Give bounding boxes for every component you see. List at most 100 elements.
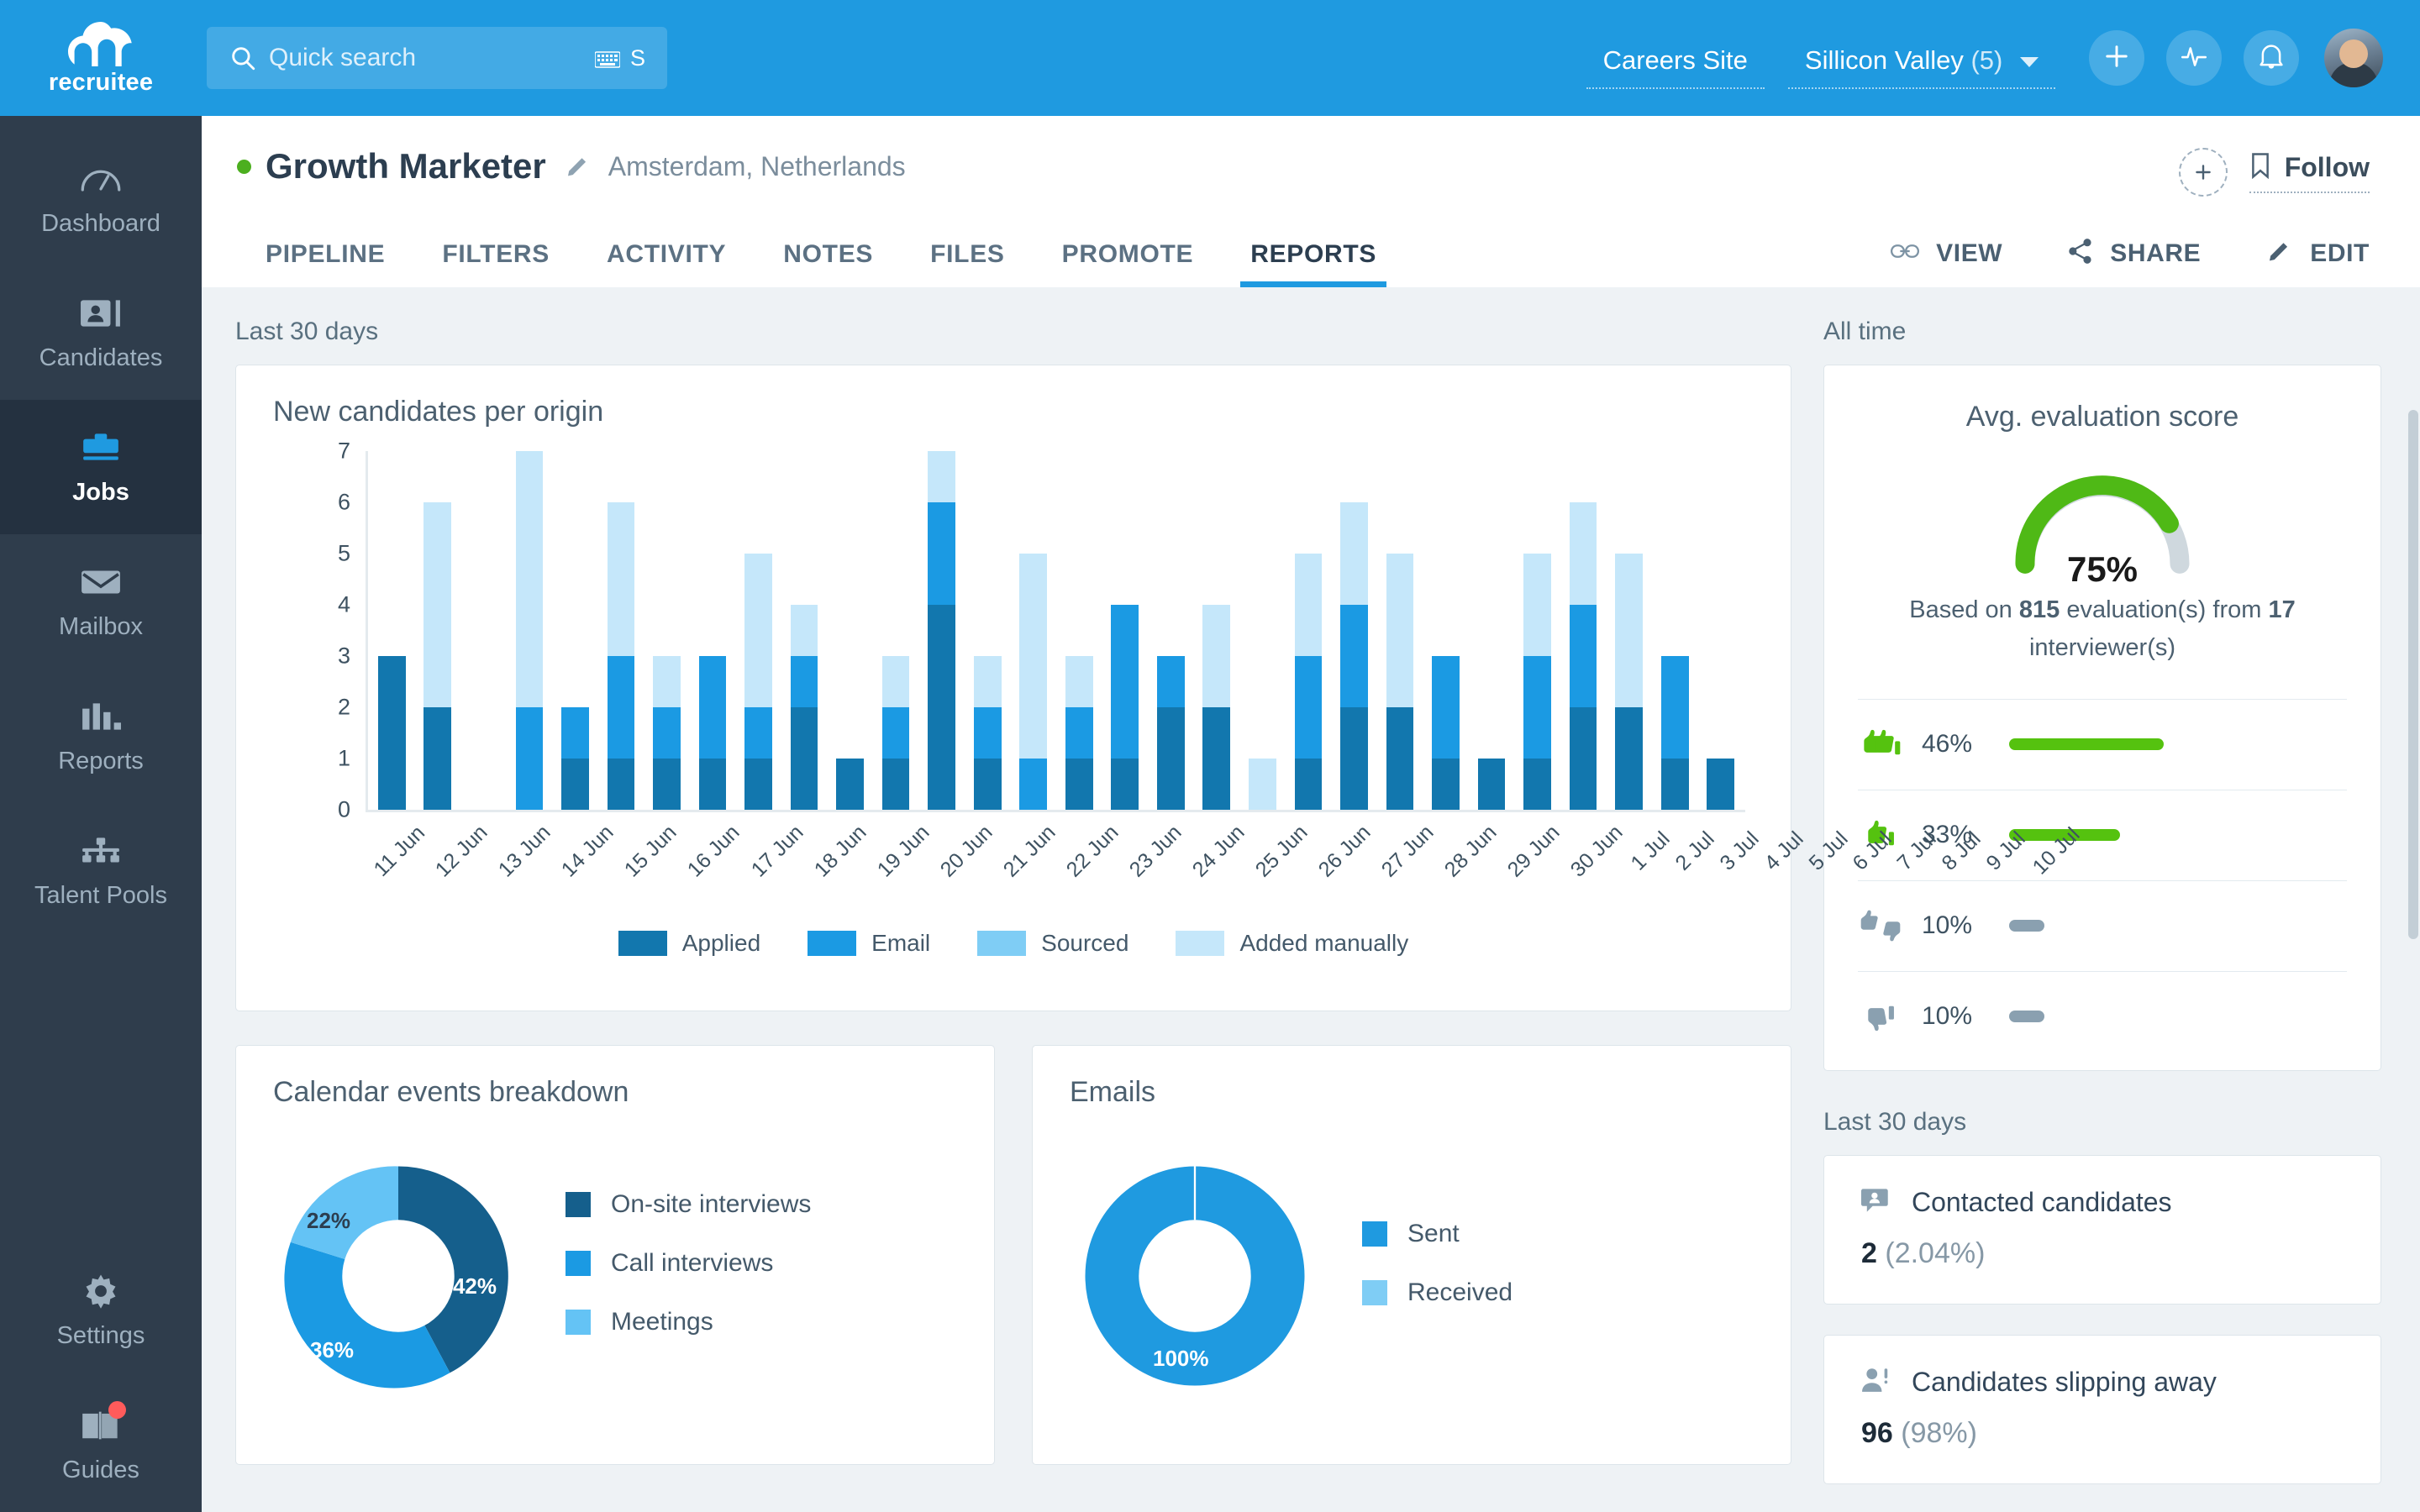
legend-item[interactable]: Email (808, 930, 930, 957)
tab-files[interactable]: FILES (902, 240, 1034, 287)
evaluation-score-value: 75% (2066, 549, 2139, 589)
candidates-slipping-away-card[interactable]: Candidates slipping away 96 (98%) (1823, 1334, 2381, 1484)
bar-segment-added-manually (881, 656, 910, 707)
bar-column[interactable] (1239, 451, 1286, 810)
job-location: Amsterdam, Netherlands (608, 150, 906, 181)
workspace-switcher[interactable]: Sillicon Valley (5) (1787, 45, 2055, 89)
add-collaborator-button[interactable] (2178, 148, 2228, 197)
legend-item: On-site interviews (566, 1190, 811, 1219)
search-input[interactable] (269, 44, 595, 72)
tab-notes[interactable]: NOTES (755, 240, 902, 287)
bar-column[interactable] (1286, 451, 1332, 810)
bar-column[interactable] (1560, 451, 1607, 810)
bar-segment-email (1156, 656, 1185, 707)
bar-column[interactable] (918, 451, 965, 810)
bar-column[interactable] (1652, 451, 1698, 810)
bar-column[interactable] (1102, 451, 1149, 810)
bar-column[interactable] (735, 451, 781, 810)
legend-item[interactable]: Added manually (1176, 930, 1408, 957)
sidebar-item-reports[interactable]: Reports (0, 669, 202, 803)
x-axis-tick: 6 Jul (1848, 827, 1897, 875)
follow-button[interactable]: Follow (2249, 152, 2370, 193)
bar-column[interactable] (1148, 451, 1194, 810)
bar-column[interactable] (1056, 451, 1102, 810)
bar-column[interactable] (1697, 451, 1744, 810)
bar-column[interactable] (873, 451, 919, 810)
bar-column[interactable] (507, 451, 553, 810)
bar-segment-email (1340, 605, 1368, 707)
bar-column[interactable] (1377, 451, 1423, 810)
bar-column[interactable] (690, 451, 736, 810)
evaluations-suffix: interviewer(s) (2028, 633, 2176, 661)
y-axis-tick: 3 (337, 643, 350, 669)
bar-column[interactable] (369, 451, 415, 810)
share-button[interactable]: SHARE (2068, 238, 2201, 269)
bar-column[interactable] (460, 451, 507, 810)
sidebar-item-mailbox[interactable]: Mailbox (0, 534, 202, 669)
page-scrollbar[interactable] (2408, 410, 2418, 939)
sidebar-item-settings[interactable]: Settings (0, 1243, 202, 1378)
sidebar-item-guides[interactable]: Guides (0, 1378, 202, 1512)
bar-column[interactable] (781, 451, 828, 810)
sidebar-item-dashboard[interactable]: Dashboard (0, 131, 202, 265)
tab-activity[interactable]: ACTIVITY (578, 240, 755, 287)
stat-label: Contacted candidates (1912, 1186, 2172, 1217)
reports-right-column: All time Avg. evaluation score 75% Based… (1823, 287, 2420, 1512)
contacted-candidates-card[interactable]: Contacted candidates 2 (2.04%) (1823, 1154, 2381, 1305)
x-axis-tick: 18 Jun (809, 820, 871, 882)
legend-label: Added manually (1239, 930, 1409, 956)
bar-column[interactable] (415, 451, 461, 810)
bar-column[interactable] (965, 451, 1011, 810)
org-tree-icon (79, 832, 123, 870)
app-logo[interactable]: recruitee (0, 20, 202, 97)
bar-segment-added-manually (1294, 554, 1323, 656)
bar-column[interactable] (1194, 451, 1240, 810)
new-candidates-chart-card: New candidates per origin 0 1 2 3 4 5 6 7 11 Ju… (235, 365, 2084, 1011)
bar-segment-applied (1432, 759, 1460, 810)
activity-button[interactable] (2166, 30, 2222, 86)
legend-swatch (1176, 931, 1225, 956)
bar-segment-applied (881, 759, 910, 810)
bar-column[interactable] (1423, 451, 1469, 810)
bar-column[interactable] (644, 451, 690, 810)
add-button[interactable] (2089, 30, 2144, 86)
x-axis-tick: 19 Jun (872, 820, 934, 882)
sidebar-item-candidates[interactable]: Candidates (0, 265, 202, 400)
bar-column[interactable] (1331, 451, 1377, 810)
edit-button[interactable]: EDIT (2266, 238, 2370, 269)
user-avatar[interactable] (2324, 29, 2383, 87)
top-bar-actions: Careers Site Sillicon Valley (5) (1575, 27, 2420, 89)
careers-site-link[interactable]: Careers Site (1586, 45, 1765, 89)
job-tabs: PIPELINE FILTERS ACTIVITY NOTES FILES PR… (202, 240, 1405, 287)
tab-reports[interactable]: REPORTS (1222, 240, 1405, 287)
search-box[interactable]: S (207, 27, 667, 89)
bar-column[interactable] (1010, 451, 1056, 810)
bar-column[interactable] (1469, 451, 1515, 810)
bar-segment-applied (1660, 759, 1689, 810)
bar-segment-applied (1477, 759, 1506, 810)
legend-item[interactable]: Sourced (977, 930, 1128, 957)
bar-column[interactable] (1514, 451, 1560, 810)
sidebar-item-jobs[interactable]: Jobs (0, 400, 202, 534)
bar-column[interactable] (827, 451, 873, 810)
rating-pct: 10% (1922, 1002, 1973, 1031)
view-button[interactable]: VIEW (1891, 239, 2002, 268)
x-axis-tick: 1 Jul (1626, 827, 1676, 875)
reports-content: Last 30 days New candidates per origin 0… (202, 287, 2420, 1512)
edit-title-pencil-icon[interactable] (565, 153, 592, 180)
reports-left-column: Last 30 days New candidates per origin 0… (202, 287, 2084, 1512)
sidebar-item-talent-pools[interactable]: Talent Pools (0, 803, 202, 937)
bar-column[interactable] (598, 451, 644, 810)
tab-pipeline[interactable]: PIPELINE (237, 240, 413, 287)
tab-filters[interactable]: FILTERS (413, 240, 578, 287)
bar-column[interactable] (1606, 451, 1652, 810)
thumbs-down-icon (1858, 999, 1910, 1034)
tab-promote[interactable]: PROMOTE (1034, 240, 1223, 287)
legend-item[interactable]: Applied (618, 930, 760, 957)
view-label: VIEW (1936, 239, 2003, 267)
x-axis-tick: 10 Jul (2028, 822, 2085, 879)
bar-column[interactable] (552, 451, 598, 810)
bar-segment-applied (698, 759, 727, 810)
notifications-button[interactable] (2244, 30, 2299, 86)
